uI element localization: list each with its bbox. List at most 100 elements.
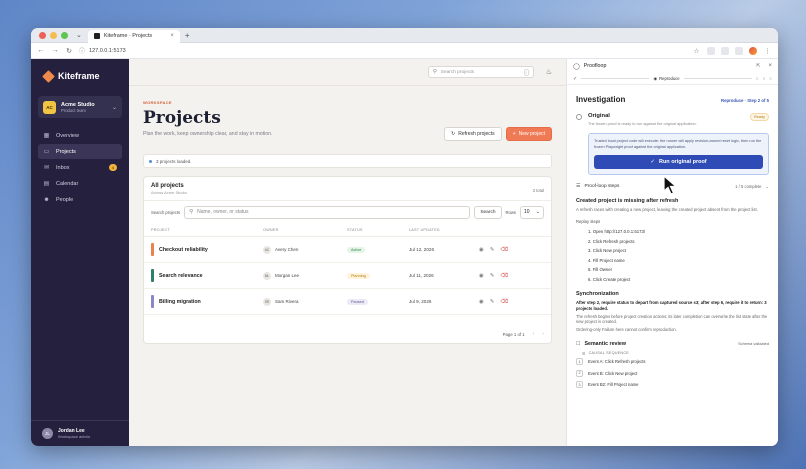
- extensions-puzzle-icon[interactable]: [721, 46, 729, 55]
- status-text: 3 projects loaded.: [156, 158, 192, 164]
- pin-icon[interactable]: ⇱: [756, 63, 760, 69]
- new-project-button[interactable]: + New project: [505, 127, 552, 141]
- url-field[interactable]: ⓘ 127.0.0.1:5173: [79, 46, 686, 56]
- sidepanel-icon[interactable]: [735, 46, 743, 55]
- status-badge: Planning: [347, 272, 370, 279]
- bell-icon[interactable]: ♨: [546, 68, 552, 76]
- event-number: 3: [576, 381, 583, 389]
- view-eye-icon[interactable]: ◉: [479, 299, 484, 305]
- issue-title: Created project is missing after refresh: [576, 198, 679, 204]
- maximize-window-button[interactable]: [61, 31, 68, 39]
- reload-icon[interactable]: ↻: [65, 47, 73, 55]
- trust-callout: Trusted local project code will execute:…: [588, 133, 769, 175]
- avatar: SR: [263, 297, 271, 306]
- global-search-input[interactable]: ⚲ Search projects /: [427, 66, 534, 78]
- prev-page-icon[interactable]: ‹: [533, 331, 535, 337]
- rows-per-page-select[interactable]: 10 ⌄: [520, 205, 544, 219]
- project-cell: Checkout reliability: [151, 243, 263, 256]
- owner-name: Morgan Lee: [275, 273, 300, 278]
- replay-step-list: 1. Open http://127.0.0.1:5173/ 2. Click …: [576, 227, 769, 284]
- original-option[interactable]: Original The frozen proof is ready to ru…: [576, 113, 769, 126]
- tab-reproduce[interactable]: ◉ Reproduce: [653, 76, 679, 81]
- edit-pencil-icon[interactable]: ✎: [490, 299, 495, 305]
- profile-avatar-icon[interactable]: [749, 46, 757, 55]
- panel-title: Proofloop: [583, 63, 607, 69]
- sidebar-item-projects[interactable]: ▭ Projects: [38, 144, 122, 159]
- run-original-proof-button[interactable]: ✓ Run original proof: [594, 155, 763, 169]
- row-actions: ◉ ✎ ⌫: [479, 273, 544, 279]
- edit-pencil-icon[interactable]: ✎: [490, 273, 495, 279]
- sidebar-item-calendar[interactable]: ▤ Calendar: [38, 176, 122, 191]
- new-tab-icon[interactable]: +: [185, 31, 190, 40]
- project-search-input[interactable]: ⚲ Name, owner, or status: [184, 205, 471, 219]
- brand-name: Kiteframe: [58, 71, 100, 81]
- next-page-icon[interactable]: ›: [542, 331, 544, 337]
- close-tab-icon[interactable]: ×: [170, 33, 174, 39]
- owner-cell: ML Morgan Lee: [263, 271, 347, 280]
- bookmark-star-icon[interactable]: ☆: [692, 47, 701, 55]
- edit-pencil-icon[interactable]: ✎: [490, 247, 495, 253]
- list-item: 6. Click Create project: [588, 276, 631, 282]
- sidebar-item-inbox[interactable]: ✉ Inbox 4: [38, 160, 122, 175]
- search-button[interactable]: Search: [474, 205, 502, 219]
- filter-placeholder: Name, owner, or status: [197, 209, 249, 215]
- tab-list-chevron-icon[interactable]: ⌄: [76, 31, 82, 39]
- extension-icon[interactable]: [707, 46, 715, 55]
- sidebar-item-overview[interactable]: ▦ Overview: [38, 128, 122, 143]
- site-info-icon[interactable]: ⓘ: [79, 46, 85, 55]
- run-label: Run original proof: [658, 159, 707, 165]
- original-radio[interactable]: [576, 114, 582, 120]
- workspace-sub: Product team: [61, 107, 86, 113]
- delete-trash-icon[interactable]: ⌫: [500, 247, 508, 253]
- sidebar-item-people[interactable]: ☻ People: [38, 192, 122, 207]
- table-row[interactable]: Search relevance ML Morgan Lee Planning …: [144, 263, 551, 289]
- status-cell: Planning: [347, 272, 409, 279]
- avatar: ML: [263, 271, 271, 280]
- grid-icon: ▦: [43, 133, 50, 139]
- card-title: All projects: [151, 183, 184, 189]
- close-window-button[interactable]: [39, 31, 46, 39]
- original-sub: The frozen proof is ready to run against…: [588, 121, 697, 126]
- steps-count: 1 / 5 complete: [735, 183, 762, 189]
- table-row[interactable]: Checkout reliability AC Avery Chen Activ…: [144, 237, 551, 263]
- minimize-window-button[interactable]: [50, 31, 57, 39]
- check-icon: ✓: [573, 75, 578, 82]
- event-text: Event B: Click New project: [588, 370, 638, 376]
- close-icon[interactable]: ×: [768, 63, 772, 69]
- user-profile[interactable]: JL Jordan Lee Workspace admin: [31, 420, 129, 446]
- forward-icon[interactable]: →: [51, 47, 59, 54]
- step-indicator: Reproduce · Step 2 of 5: [721, 98, 769, 103]
- delete-trash-icon[interactable]: ⌫: [500, 273, 508, 279]
- panel-progress: ✓ ◉ Reproduce ○ ○ ○: [567, 73, 778, 85]
- view-eye-icon[interactable]: ◉: [479, 273, 484, 279]
- browser-tab[interactable]: Kiteframe · Projects ×: [87, 29, 180, 43]
- list-item: 2. Click Refresh projects: [588, 238, 635, 244]
- sidebar-item-label: Overview: [56, 132, 79, 139]
- back-icon[interactable]: ←: [37, 47, 45, 54]
- browser-menu-icon[interactable]: ⋮: [763, 47, 772, 55]
- list-item: 1 Event A: Click Refresh projects: [576, 356, 769, 368]
- sync-note: Ordering-only Failure here cannot confir…: [576, 327, 677, 333]
- owner-cell: SR Sam Rivera: [263, 297, 347, 306]
- main-content: ⚲ Search projects / ♨ WORKSPACE Projects…: [129, 59, 566, 446]
- project-name: Search relevance: [159, 272, 203, 279]
- project-cell: Search relevance: [151, 269, 263, 282]
- table-row[interactable]: Billing migration SR Sam Rivera Paused J…: [144, 289, 551, 315]
- delete-trash-icon[interactable]: ⌫: [500, 299, 508, 305]
- steps-icon: ☰: [576, 183, 581, 189]
- view-eye-icon[interactable]: ◉: [479, 247, 484, 253]
- sidebar-item-label: People: [56, 196, 74, 203]
- steps-title: Proof-loop steps: [584, 183, 620, 189]
- progress-line: [683, 78, 752, 79]
- workspace-switcher[interactable]: AC Acme Studio Product team ⌄: [38, 96, 122, 118]
- project-count: 3 total: [532, 188, 544, 193]
- investigation-title: Investigation: [576, 95, 626, 104]
- review-icon: ☐: [576, 340, 581, 347]
- search-shortcut: /: [523, 68, 529, 76]
- refresh-projects-button[interactable]: ↻ Refresh projects: [444, 127, 502, 141]
- list-item: 4. Fill Project name: [588, 257, 625, 263]
- progress-line: [581, 78, 650, 79]
- app-area: Kiteframe AC Acme Studio Product team ⌄ …: [31, 59, 778, 446]
- tab-reproduce-label: Reproduce: [659, 76, 680, 81]
- status-badge: Active: [347, 246, 366, 253]
